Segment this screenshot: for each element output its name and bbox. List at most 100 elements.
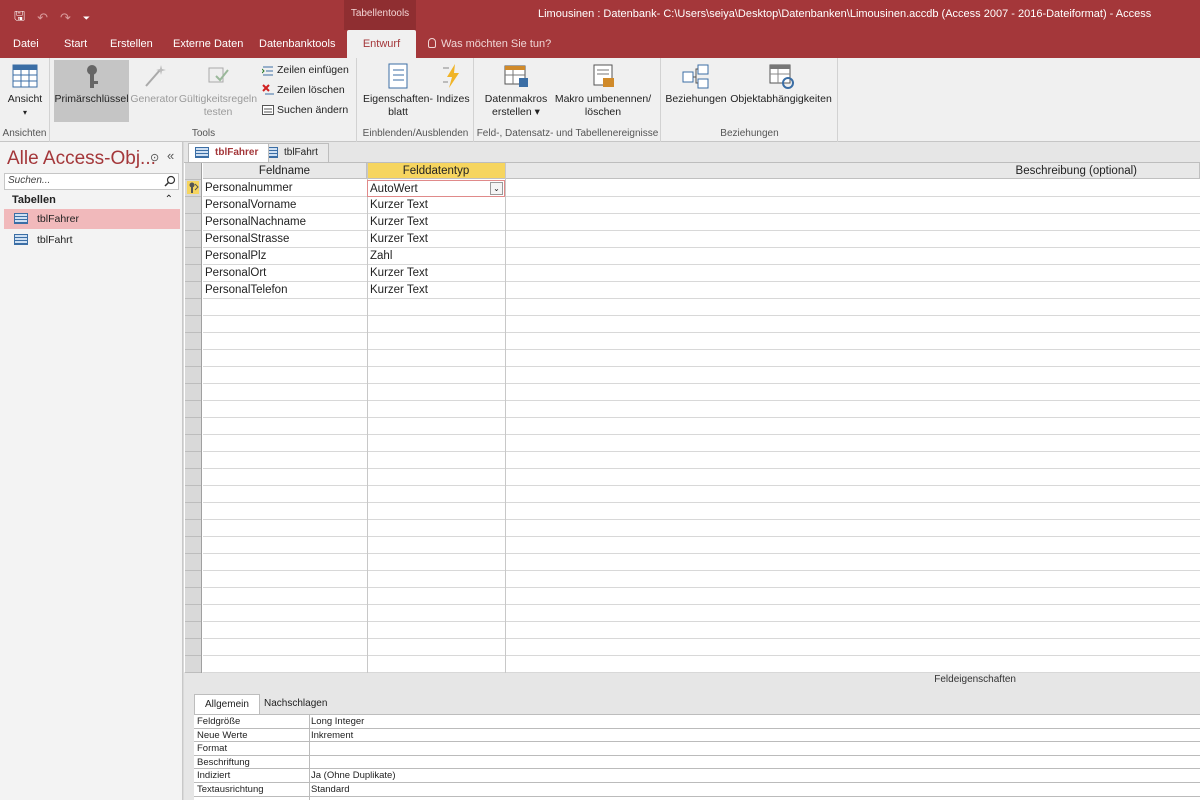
tab-start[interactable]: Start [60, 30, 91, 58]
nav-search-input[interactable]: Suchen... [4, 173, 179, 190]
row-selector-column[interactable] [185, 163, 202, 673]
insert-rows-button[interactable]: Zeilen einfügen [261, 64, 349, 76]
property-value[interactable]: Ja (Ohne Duplikate) [311, 769, 395, 782]
property-sheet-button[interactable]: Eigenschaften- blatt [362, 60, 434, 119]
rename-delete-macro-label-2: löschen [584, 106, 622, 118]
chevron-down-icon[interactable]: ⌄ [490, 182, 503, 195]
create-data-macros-button[interactable]: Datenmakros erstellen ▾ [481, 60, 551, 119]
group-show-hide: Eigenschaften- blatt Indizes Einblenden/… [358, 58, 474, 142]
property-row[interactable]: Beschriftung [194, 756, 1200, 770]
property-value[interactable]: Standard [311, 783, 350, 796]
object-dependencies-label: Objektabhängigkeiten [730, 93, 832, 105]
relationships-button[interactable]: Beziehungen [665, 60, 727, 106]
data-macro-icon [502, 62, 530, 90]
view-grid-icon [11, 62, 39, 90]
modify-lookups-button[interactable]: Suchen ändern [262, 104, 348, 116]
data-type-cell[interactable]: Kurzer Text [368, 231, 505, 248]
primary-key-button[interactable]: Primärschlüssel [54, 60, 129, 122]
field-name-cell[interactable]: PersonalTelefon [203, 282, 367, 299]
property-row[interactable]: Neue Werte Inkrement [194, 729, 1200, 743]
tab-erstellen[interactable]: Erstellen [106, 30, 157, 58]
document-area: tblFahrer tblFahrt Feldname Felddatentyp… [184, 142, 1200, 800]
test-validation-button[interactable]: Gültigkeitsregeln testen [178, 60, 258, 119]
tab-general[interactable]: Allgemein [194, 694, 260, 715]
nav-item-tblfahrer[interactable]: tblFahrer [4, 209, 180, 229]
view-dropdown-icon: ▾ [22, 108, 27, 117]
nav-section-tables[interactable]: Tabellen ⌃ [4, 192, 179, 208]
group-label-table-events: Feld-, Datensatz- und Tabellenereignisse [476, 128, 659, 139]
primary-key-label: Primärschlüssel [54, 93, 129, 105]
customize-toolbar-icon[interactable]: ⏷ [83, 13, 90, 24]
create-data-macros-label-2: erstellen ▾ [492, 106, 540, 118]
field-name-cell[interactable]: PersonalStrasse [203, 231, 367, 248]
tab-entwurf[interactable]: Entwurf [347, 30, 416, 58]
group-label-ansichten: Ansichten [2, 128, 47, 139]
generator-button[interactable]: Generator [129, 60, 179, 106]
property-sheet-label-1: Eigenschaften- [362, 93, 434, 105]
rename-delete-macro-label-1: Makro umbenennen/ [554, 93, 652, 105]
field-name-cell[interactable]: PersonalOrt [203, 265, 367, 282]
ribbon: Ansicht ▾ Ansichten Primärschlüssel Gene… [0, 58, 1200, 142]
data-type-cell[interactable]: Kurzer Text [368, 197, 505, 214]
table-icon [14, 234, 28, 245]
rename-delete-macro-button[interactable]: Makro umbenennen/ löschen [551, 60, 655, 119]
lightbulb-icon [428, 38, 436, 48]
property-label: Beschriftung [197, 756, 250, 768]
header-description: Beschreibung (optional) [506, 163, 1200, 179]
primary-key-indicator-icon [187, 181, 199, 194]
data-type-cell[interactable]: Kurzer Text [368, 282, 505, 299]
group-relationships: Beziehungen Objektabhängigkeiten Beziehu… [662, 58, 838, 142]
data-type-cell[interactable]: Kurzer Text [368, 214, 505, 231]
column-divider [505, 163, 506, 673]
indexes-button[interactable]: Indizes [435, 60, 471, 106]
object-dependencies-button[interactable]: Objektabhängigkeiten [728, 60, 834, 106]
property-label: Feldgröße [197, 716, 241, 727]
collapse-nav-icon[interactable]: « [167, 148, 174, 163]
insert-rows-icon [261, 64, 274, 76]
property-row[interactable]: Format [194, 742, 1200, 756]
property-value[interactable]: Inkrement [311, 729, 353, 742]
title-bar: 🖫 ↶ ↷ ⏷ Tabellentools Limousinen : Daten… [0, 0, 1200, 30]
search-icon[interactable] [164, 175, 176, 187]
save-icon[interactable]: 🖫 [14, 7, 25, 29]
header-data-type: Felddatentyp [367, 163, 506, 179]
group-label-relationships: Beziehungen [720, 128, 779, 139]
redo-icon[interactable]: ↷ [60, 10, 71, 26]
quick-access-toolbar: 🖫 ↶ ↷ ⏷ [14, 7, 90, 29]
property-row[interactable]: Indiziert Ja (Ohne Duplikate) [194, 769, 1200, 783]
undo-icon[interactable]: ↶ [37, 10, 48, 26]
tab-datenbanktools[interactable]: Datenbanktools [255, 30, 339, 58]
doc-tab-tblfahrer[interactable]: tblFahrer [188, 143, 270, 162]
data-type-cell[interactable]: Kurzer Text [368, 265, 505, 282]
view-button[interactable]: Ansicht ▾ [3, 60, 47, 119]
relationships-icon [682, 62, 710, 90]
tab-lookup[interactable]: Nachschlagen [254, 694, 337, 714]
delete-rows-button[interactable]: Zeilen löschen [262, 84, 345, 96]
property-row[interactable]: Textausrichtung Standard [194, 783, 1200, 797]
lightning-icon [439, 62, 467, 90]
field-name-cell[interactable]: Personalnummer [203, 180, 367, 197]
group-tools: Primärschlüssel Generator Gültigkeitsreg… [51, 58, 357, 142]
lookup-icon [262, 104, 274, 116]
modify-lookups-label: Suchen ändern [277, 104, 349, 116]
property-value[interactable]: Long Integer [311, 715, 364, 728]
property-sheet-icon [384, 62, 412, 90]
data-type-cell[interactable]: Zahl [368, 248, 505, 265]
data-type-select[interactable]: AutoWert ⌄ [367, 180, 505, 197]
nav-item-label: tblFahrer [37, 213, 80, 225]
tell-me-text: Was möchten Sie tun? [441, 38, 552, 50]
nav-pane-title[interactable]: Alle Access-Obj... [7, 148, 156, 170]
doc-tab-label: tblFahrer [215, 147, 259, 158]
group-label-show-hide: Einblenden/Ausblenden [362, 128, 469, 139]
nav-menu-icon[interactable]: ⊙ [150, 151, 159, 164]
tab-datei[interactable]: Datei [9, 30, 43, 58]
nav-item-tblfahrt[interactable]: tblFahrt [4, 230, 180, 250]
tab-externe-daten[interactable]: Externe Daten [169, 30, 247, 58]
field-name-cell[interactable]: PersonalVorname [203, 197, 367, 214]
property-row[interactable]: Feldgröße Long Integer [194, 715, 1200, 729]
generator-label: Generator [130, 93, 178, 105]
ribbon-tab-bar: Datei Start Erstellen Externe Daten Date… [0, 30, 1200, 58]
field-name-cell[interactable]: PersonalPlz [203, 248, 367, 265]
field-name-cell[interactable]: PersonalNachname [203, 214, 367, 231]
tell-me-search[interactable]: Was möchten Sie tun? [428, 30, 551, 58]
